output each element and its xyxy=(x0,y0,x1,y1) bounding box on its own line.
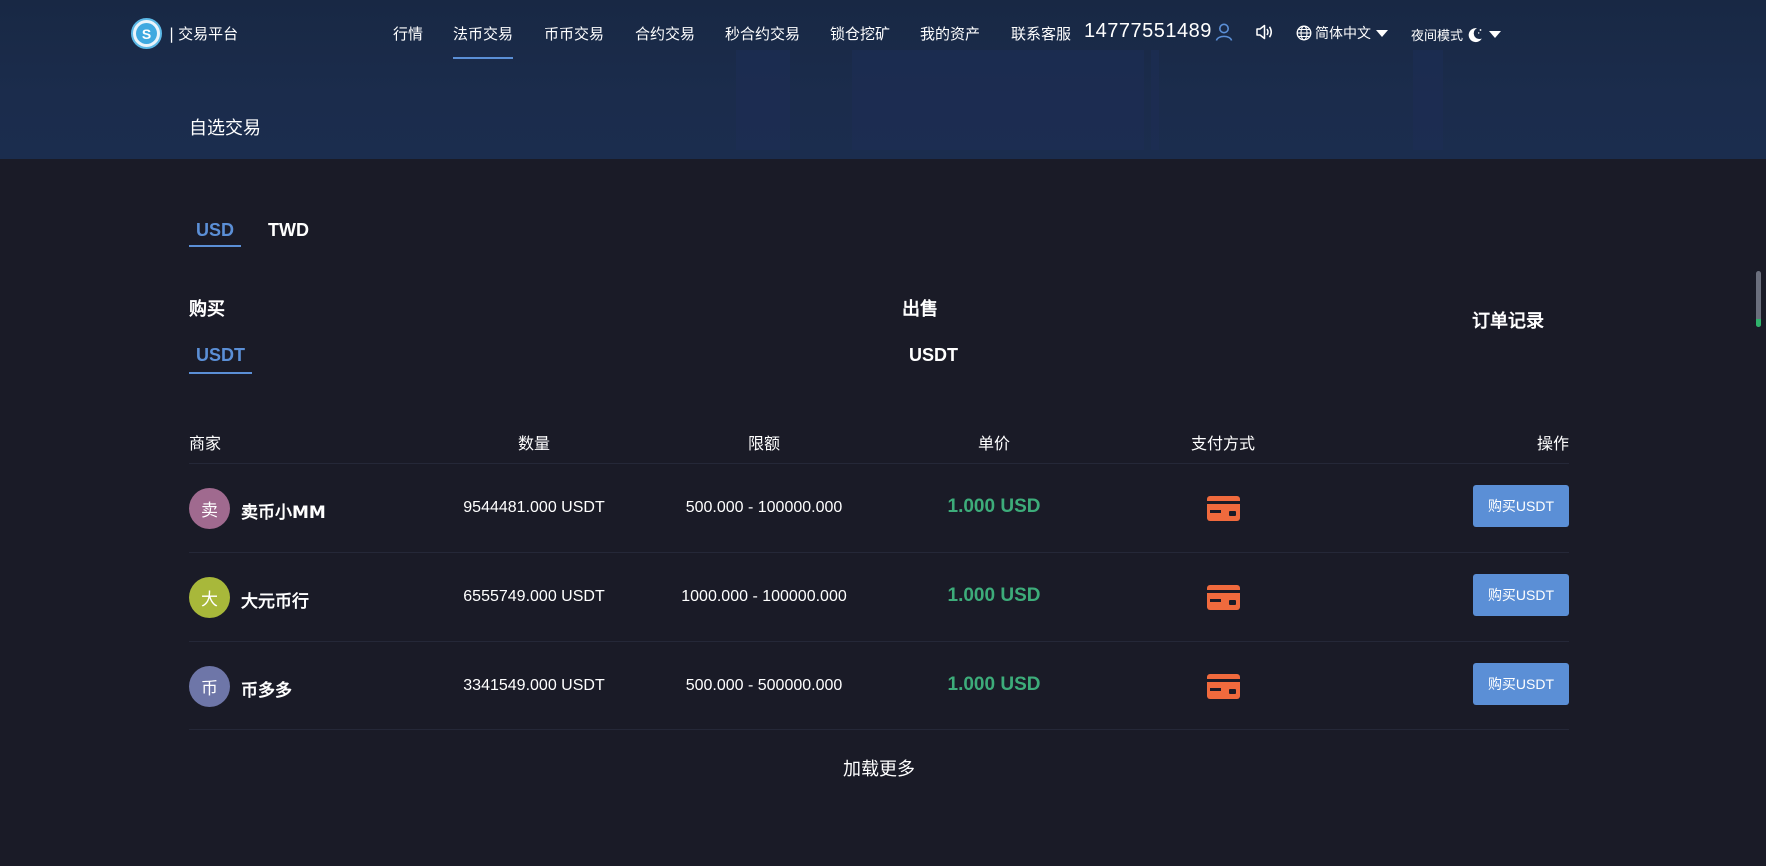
tab-twd[interactable]: TWD xyxy=(268,220,309,241)
merchant-name: 大元币行 xyxy=(241,592,309,612)
nav-item-coin-trade[interactable]: 币币交易 xyxy=(544,23,604,44)
price-value: 1.000 USD xyxy=(947,674,1041,695)
table-row: 卖 卖币小MM 9544481.000 USDT 500.000 - 10000… xyxy=(0,463,1766,552)
sell-section-title: 出售 xyxy=(902,299,938,320)
top-nav: S | 交易平台 行情 法币交易 币币交易 合约交易 秒合约交易 锁仓挖矿 我的… xyxy=(0,0,1766,70)
load-more-button[interactable]: 加载更多 xyxy=(843,755,915,781)
logo-separator: | xyxy=(169,24,175,43)
buy-coin-tab-usdt[interactable]: USDT xyxy=(189,345,252,374)
column-header-price: 单价 xyxy=(977,434,1011,453)
bank-card-icon xyxy=(1207,674,1240,703)
nav-item-fiat-trade[interactable]: 法币交易 xyxy=(453,23,514,59)
nav-item-contact-support[interactable]: 联系客服 xyxy=(1011,23,1071,44)
nav-item-my-assets[interactable]: 我的资产 xyxy=(920,23,980,44)
night-mode-label: 夜间模式 xyxy=(1411,29,1464,44)
column-header-action: 操作 xyxy=(1536,434,1569,453)
logo-icon: S xyxy=(131,18,162,49)
buy-usdt-button[interactable]: 购买USDT xyxy=(1473,663,1569,705)
nav-item-second-contract[interactable]: 秒合约交易 xyxy=(725,23,800,44)
scrollbar-thumb[interactable] xyxy=(1756,271,1761,327)
table-row: 大 大元币行 6555749.000 USDT 1000.000 - 10000… xyxy=(0,552,1766,641)
language-selector[interactable]: 简体中文 xyxy=(1296,23,1388,43)
moon-icon xyxy=(1468,27,1482,42)
column-header-quantity: 数量 xyxy=(517,434,551,453)
avatar: 币 xyxy=(189,666,230,707)
globe-icon xyxy=(1296,25,1312,41)
bank-card-icon xyxy=(1207,585,1240,614)
nav-item-lock-mining[interactable]: 锁仓挖矿 xyxy=(830,23,890,44)
table-row: 币 币多多 3341549.000 USDT 500.000 - 500000.… xyxy=(0,641,1766,730)
brand-name: 交易平台 xyxy=(178,25,239,43)
page-title: 自选交易 xyxy=(189,118,261,139)
avatar: 大 xyxy=(189,577,230,618)
price-value: 1.000 USD xyxy=(947,585,1041,606)
merchant-name: 币多多 xyxy=(241,681,292,701)
limit-value: 500.000 - 500000.000 xyxy=(685,677,843,694)
sell-coin-tab-usdt[interactable]: USDT xyxy=(909,345,958,366)
price-value: 1.000 USD xyxy=(947,496,1041,517)
quantity-value: 3341549.000 USDT xyxy=(463,677,605,694)
limit-value: 1000.000 - 100000.000 xyxy=(681,588,847,605)
buy-usdt-button[interactable]: 购买USDT xyxy=(1473,574,1569,616)
column-header-payment: 支付方式 xyxy=(1190,434,1256,453)
quantity-value: 6555749.000 USDT xyxy=(463,588,605,605)
tab-usd[interactable]: USD xyxy=(188,220,242,247)
merchant-name: 卖币小MM xyxy=(241,503,326,523)
column-header-merchant: 商家 xyxy=(189,434,222,453)
night-mode-toggle[interactable]: 夜间模式 xyxy=(1411,25,1502,44)
nav-item-market[interactable]: 行情 xyxy=(393,23,423,44)
buy-section-title: 购买 xyxy=(189,299,225,320)
chevron-down-icon xyxy=(1376,29,1388,37)
user-phone[interactable]: 14777551489 xyxy=(1084,20,1212,43)
logo-letter: S xyxy=(136,23,157,44)
table-divider xyxy=(189,729,1569,730)
nav-item-contract-trade[interactable]: 合约交易 xyxy=(635,23,695,44)
avatar: 卖 xyxy=(189,488,230,529)
brand-logo[interactable]: S | 交易平台 xyxy=(131,18,238,49)
quantity-value: 9544481.000 USDT xyxy=(463,499,605,516)
order-record-link[interactable]: 订单记录 xyxy=(1472,307,1544,333)
bank-card-icon xyxy=(1207,496,1240,525)
buy-usdt-button[interactable]: 购买USDT xyxy=(1473,485,1569,527)
column-header-limit: 限额 xyxy=(747,434,781,453)
limit-value: 500.000 - 100000.000 xyxy=(685,499,843,516)
language-label: 简体中文 xyxy=(1315,26,1371,42)
chevron-down-icon xyxy=(1489,31,1502,38)
user-icon[interactable] xyxy=(1214,22,1234,46)
speaker-icon[interactable] xyxy=(1254,22,1274,46)
